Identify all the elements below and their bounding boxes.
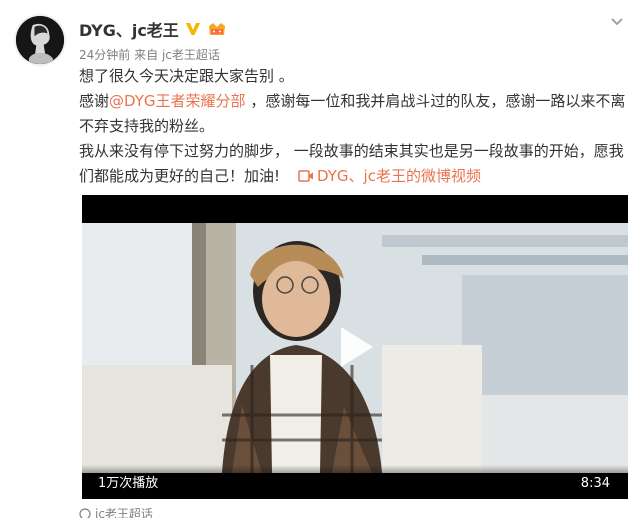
source-prefix: 来自 [134, 48, 159, 62]
verified-v-icon[interactable] [185, 22, 201, 36]
more-options-chevron-icon[interactable] [609, 14, 625, 28]
post-meta: 24分钟前 来自 jc老王超话 [79, 46, 220, 63]
video-link-icon [298, 166, 314, 191]
video-link-label: DYG、jc老王的微博视频 [317, 167, 481, 185]
video-duration: 8:34 [580, 476, 610, 491]
post-line-1: 想了很久今天决定跟大家告别 。 [79, 67, 294, 85]
post-line-2: 感谢@DYG王者荣耀分部 ，感谢每一位和我并肩战斗过的队友，感谢一路以来不离不弃… [79, 89, 629, 139]
post-line-3: 我从来没有停下过努力的脚步， 一段故事的结束其实也是另一段故事的开始，愿我们都能… [79, 139, 629, 191]
post-body: 想了很久今天决定跟大家告别 。 感谢@DYG王者荣耀分部 ，感谢每一位和我并肩战… [79, 64, 629, 191]
mention-link[interactable]: @DYG王者荣耀分部 [109, 92, 246, 110]
weibo-post-card: DYG、jc老王 24分钟前 来自 jc老王超话 想了很久今天决定跟大家告别 。… [0, 0, 640, 518]
video-player[interactable]: 1万次播放 8:34 [82, 195, 628, 499]
play-button[interactable] [327, 321, 379, 373]
username-link[interactable]: DYG、jc老王 [79, 17, 179, 41]
avatar[interactable] [14, 14, 66, 66]
source-link[interactable]: jc老王超话 [162, 48, 220, 62]
post-header: DYG、jc老王 [79, 17, 227, 41]
video-info-bar [82, 465, 628, 499]
play-count: 1万次播放 [98, 476, 159, 491]
weibo-video-link[interactable]: DYG、jc老王的微博视频 [298, 167, 481, 185]
thanks-text: 感谢 [79, 92, 110, 110]
avatar-image [16, 16, 64, 64]
member-crown-icon[interactable] [207, 20, 227, 38]
post-time[interactable]: 24分钟前 [79, 48, 130, 62]
